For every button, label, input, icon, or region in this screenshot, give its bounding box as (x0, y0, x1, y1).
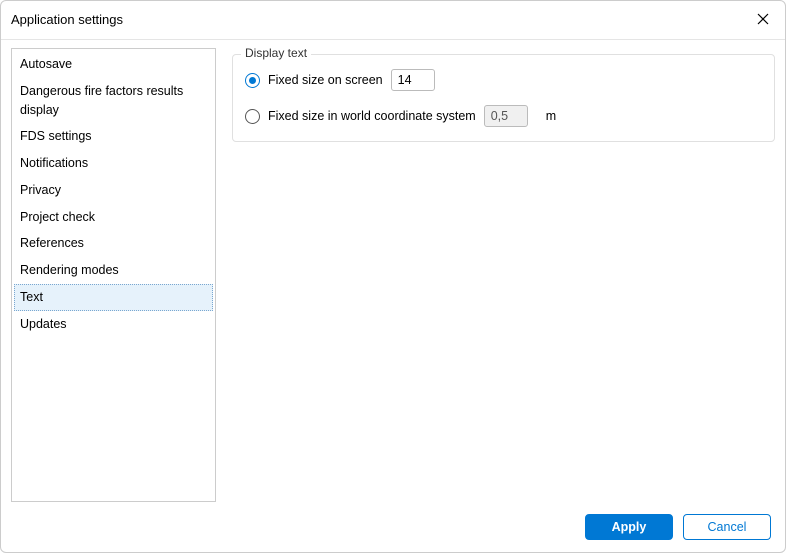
sidebar-item-label: Project check (20, 210, 95, 224)
display-text-group: Display text Fixed size on screen Fixed … (232, 54, 775, 142)
titlebar: Application settings (1, 1, 785, 40)
sidebar-item-text[interactable]: Text (14, 284, 213, 311)
sidebar-item-label: Text (20, 290, 43, 304)
settings-window: Application settings Autosave Dangerous … (0, 0, 786, 553)
radio-fixed-screen[interactable] (245, 73, 260, 88)
close-icon (757, 13, 769, 25)
sidebar-item-updates[interactable]: Updates (14, 311, 213, 338)
sidebar-item-label: References (20, 236, 84, 250)
apply-button-label: Apply (612, 520, 647, 534)
sidebar-item-rendering-modes[interactable]: Rendering modes (14, 257, 213, 284)
sidebar-item-label: Privacy (20, 183, 61, 197)
sidebar-item-references[interactable]: References (14, 230, 213, 257)
close-button[interactable] (751, 7, 775, 31)
option-fixed-screen-row: Fixed size on screen (245, 69, 762, 91)
sidebar-item-dangerous-fire[interactable]: Dangerous fire factors results display (14, 78, 213, 124)
option-fixed-screen-label[interactable]: Fixed size on screen (268, 73, 383, 87)
fixed-world-size-input[interactable] (484, 105, 528, 127)
sidebar-item-fds-settings[interactable]: FDS settings (14, 123, 213, 150)
option-fixed-world-row: Fixed size in world coordinate system m (245, 105, 762, 127)
fixed-screen-size-input[interactable] (391, 69, 435, 91)
cancel-button-label: Cancel (708, 520, 747, 534)
sidebar-item-label: Dangerous fire factors results display (20, 84, 183, 117)
sidebar-item-label: Notifications (20, 156, 88, 170)
fixed-world-unit: m (546, 109, 556, 123)
main-panel: Display text Fixed size on screen Fixed … (232, 48, 775, 502)
cancel-button[interactable]: Cancel (683, 514, 771, 540)
group-title: Display text (241, 46, 311, 60)
sidebar-item-label: FDS settings (20, 129, 92, 143)
sidebar-item-label: Rendering modes (20, 263, 119, 277)
apply-button[interactable]: Apply (585, 514, 673, 540)
sidebar-item-label: Autosave (20, 57, 72, 71)
radio-fixed-world[interactable] (245, 109, 260, 124)
sidebar-item-project-check[interactable]: Project check (14, 204, 213, 231)
window-title: Application settings (11, 12, 123, 27)
option-fixed-world-label[interactable]: Fixed size in world coordinate system (268, 109, 476, 123)
sidebar-item-notifications[interactable]: Notifications (14, 150, 213, 177)
content-area: Autosave Dangerous fire factors results … (1, 40, 785, 502)
sidebar-item-autosave[interactable]: Autosave (14, 51, 213, 78)
dialog-footer: Apply Cancel (1, 502, 785, 552)
settings-sidebar: Autosave Dangerous fire factors results … (11, 48, 216, 502)
sidebar-item-privacy[interactable]: Privacy (14, 177, 213, 204)
sidebar-item-label: Updates (20, 317, 67, 331)
